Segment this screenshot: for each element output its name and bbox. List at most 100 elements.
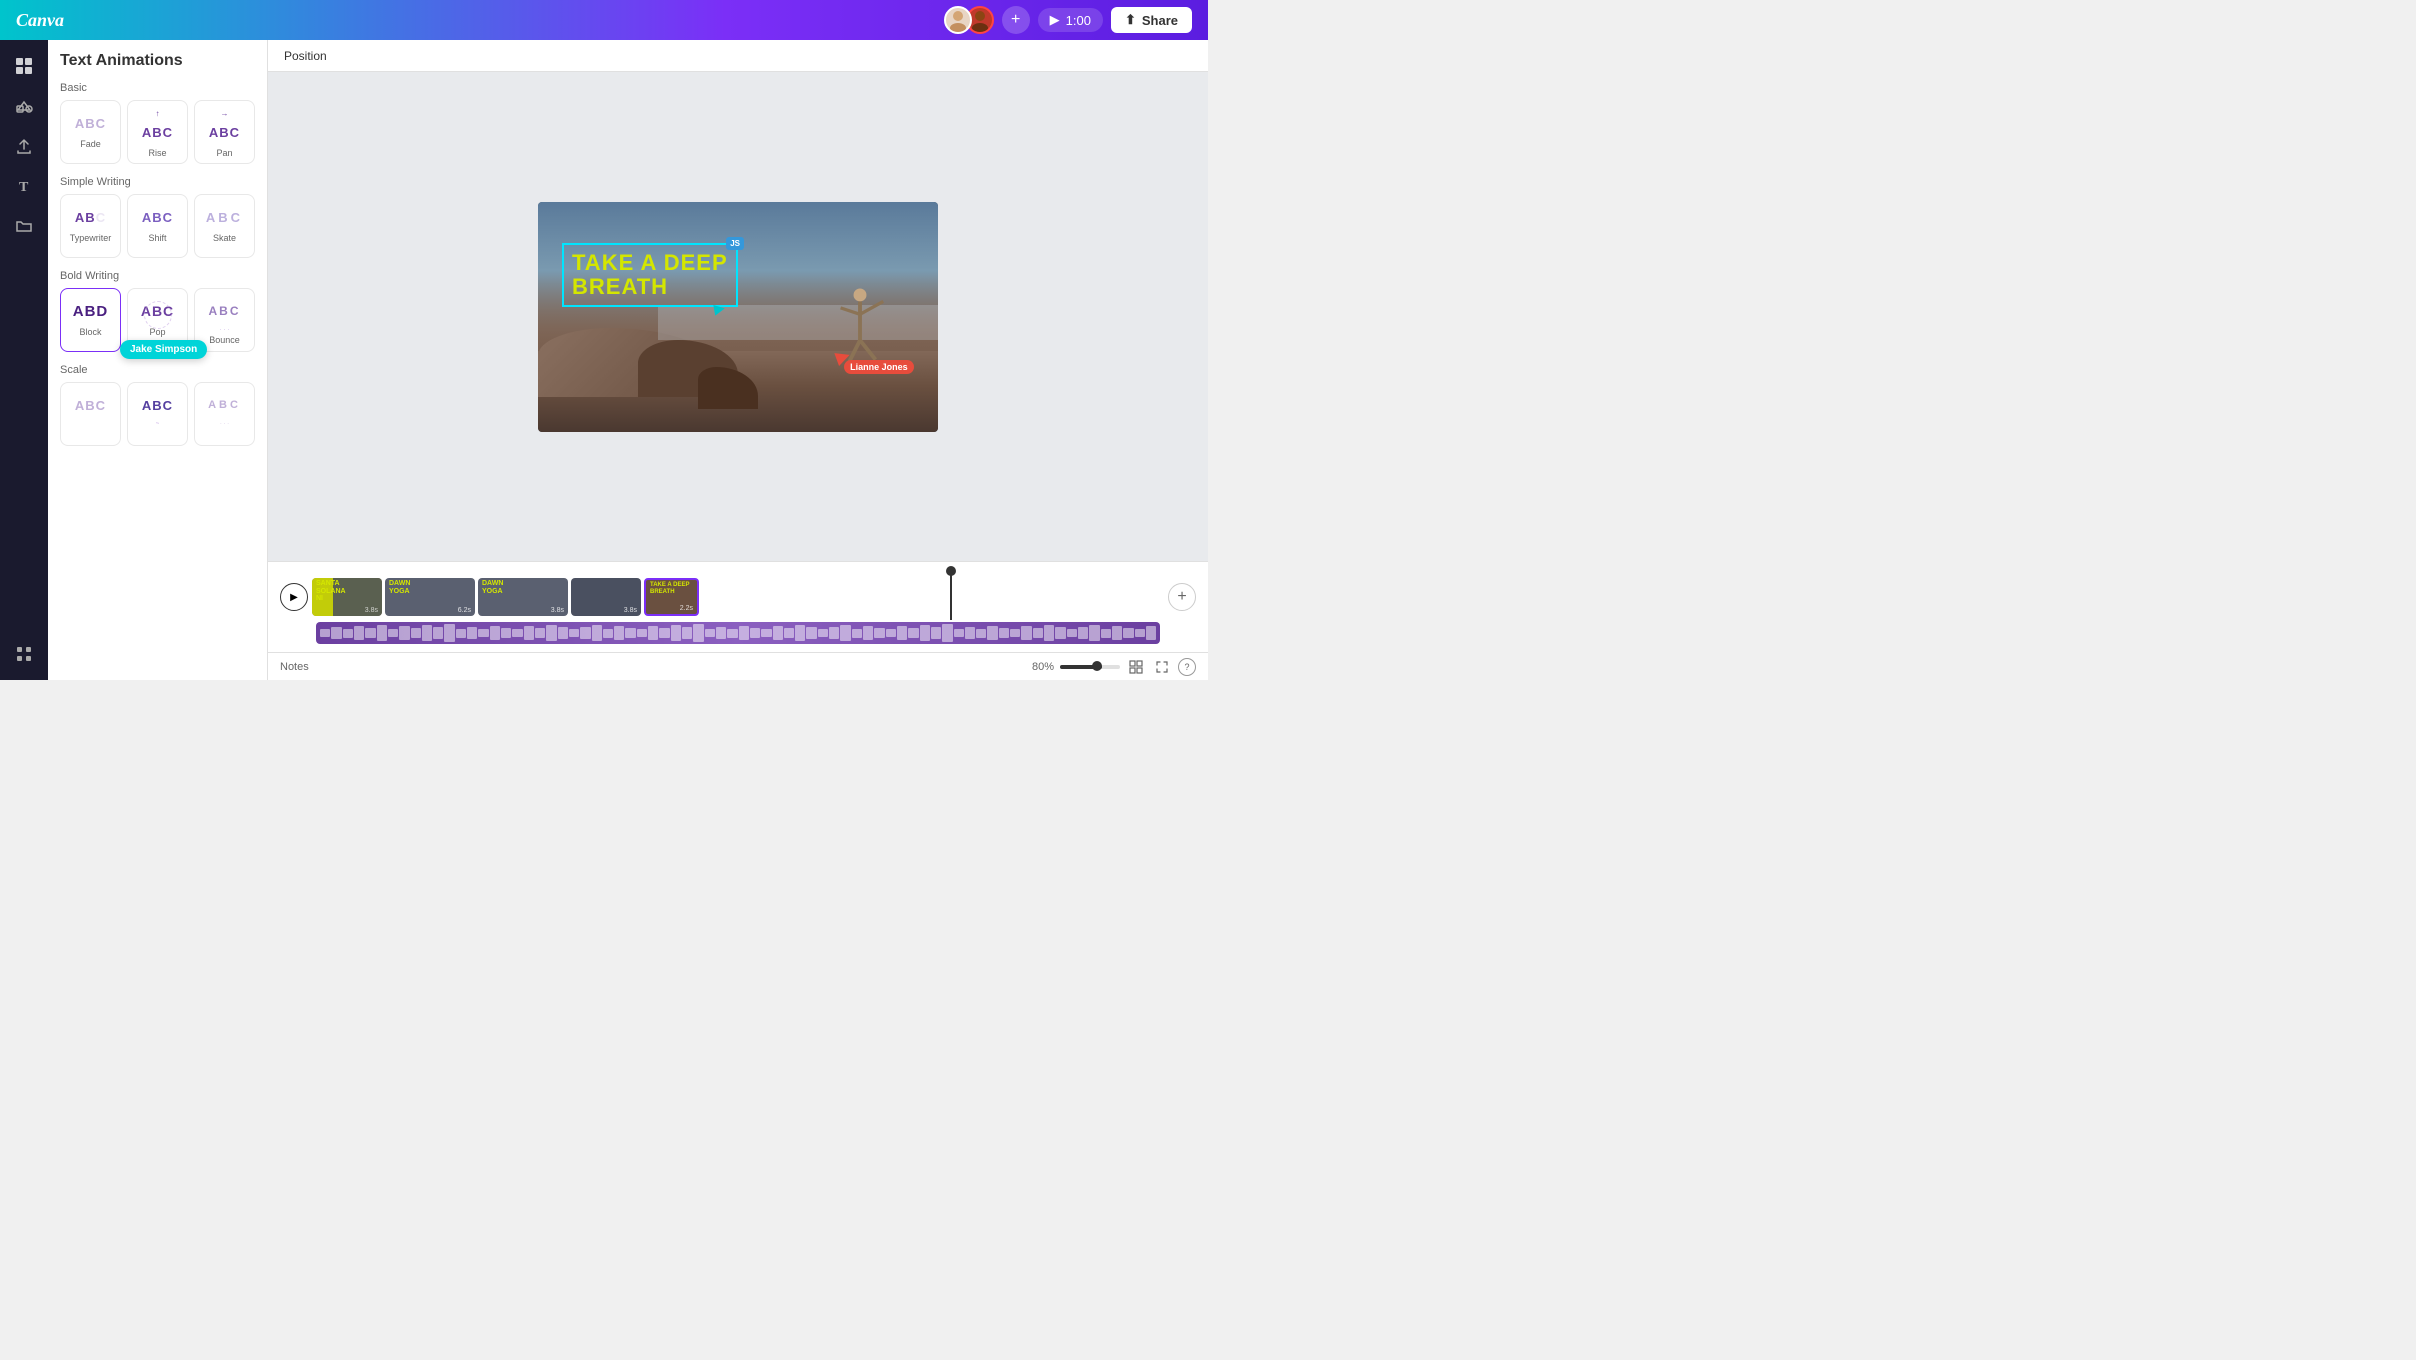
anim-block[interactable]: ABD Block [60,288,121,352]
text-selection-box[interactable]: JS TAKE A DEEP BREATH [562,243,738,307]
anim-fade-preview: ABC [75,109,106,137]
playhead-dot [946,566,956,576]
anim-rise-preview: ABC [142,118,173,146]
cursor-arrow-jake: ▶ [713,300,727,319]
anim-shift-label: Shift [148,233,166,243]
sidebar-item-elements[interactable] [6,88,42,124]
clip-1[interactable]: SANTASOLANANI 3.8s [312,578,382,616]
anim-rise-label: Rise [148,148,166,158]
zoom-controls: 80% ? [1032,657,1196,677]
anim-block-label: Block [79,327,101,337]
audio-waveform [316,622,1160,644]
add-collaborator-button[interactable]: + [1002,6,1030,34]
anim-scale3[interactable]: ABC · · · [194,382,255,446]
anim-skate-label: Skate [213,233,236,243]
audio-track[interactable] [316,622,1160,644]
anim-shift[interactable]: ABC Shift [127,194,188,258]
play-time-display[interactable]: ▶ 1:00 [1038,8,1103,32]
share-label: Share [1142,13,1178,28]
anim-scale2-preview: ABC [142,391,173,419]
notes-label[interactable]: Notes [280,661,309,673]
playhead-area [316,570,1196,576]
zoom-slider[interactable] [1060,665,1120,669]
anim-rise[interactable]: ↑ ABC Rise [127,100,188,164]
section-bold-writing-label: Bold Writing [60,270,255,282]
expand-view-button[interactable] [1152,657,1172,677]
add-clip-button[interactable]: + [1168,583,1196,611]
header: Canva + ▶ 1:00 ⬆ Share [0,0,1208,40]
bottom-bar: Notes 80% ? [268,652,1208,680]
panel-title: Text Animations [60,52,255,70]
basic-animations-grid: ABC Fade ↑ ABC Rise → ABC Pan [60,100,255,164]
time-display: 1:00 [1066,13,1091,28]
anim-block-preview: ABD [73,297,109,325]
cursor-jake: ▶ [714,300,725,317]
clip-3-time: 3.8s [551,607,564,614]
cursor-label-lianne: Lianne Jones [844,360,914,374]
sidebar-icons: T [0,40,48,680]
clip-4[interactable]: 3.8s [571,578,641,616]
svg-text:T: T [19,180,29,195]
share-button[interactable]: ⬆ Share [1111,7,1192,33]
sidebar-item-layout[interactable] [6,48,42,84]
anim-skate[interactable]: ABC Skate [194,194,255,258]
header-right: + ▶ 1:00 ⬆ Share [944,6,1192,34]
section-simple-writing-label: Simple Writing [60,176,255,188]
anim-bounce-preview: ABC [209,297,241,325]
share-icon: ⬆ [1125,12,1136,28]
canvas-frame: JS TAKE A DEEP BREATH ▶ Lianne Jones ▶ [538,202,938,432]
clip-2[interactable]: DAWNYOGA 6.2s [385,578,475,616]
sidebar-item-folder[interactable] [6,208,42,244]
zoom-level: 80% [1032,661,1054,673]
anim-scale1-preview: ABC [75,391,106,419]
anim-scale2[interactable]: ABC ~ [127,382,188,446]
anim-fade[interactable]: ABC Fade [60,100,121,164]
clip-5[interactable]: TAKE A DEEPBREATH 2.2s [644,578,699,616]
simple-writing-grid: ABC Typewriter ABC Shift ABC Skate [60,194,255,258]
avatar-user1[interactable] [944,6,972,34]
section-scale-label: Scale [60,364,255,376]
cursor-lianne: ▶ Lianne Jones [836,346,850,367]
js-badge: JS [726,237,744,250]
anim-typewriter-preview: ABC [75,203,106,231]
anim-typewriter-label: Typewriter [70,233,112,243]
clip-3-label: DAWNYOGA [482,580,503,595]
main-layout: T Text Animations Basic ABC Fade ↑ ABC R… [0,40,1208,680]
clip-1-label: SANTASOLANANI [316,580,346,603]
anim-scale3-preview: ABC [208,391,241,419]
anim-pan[interactable]: → ABC Pan [194,100,255,164]
clip-4-time: 3.8s [624,607,637,614]
position-tab[interactable]: Position [284,49,327,63]
sidebar-item-apps[interactable] [6,636,42,672]
sidebar-item-upload[interactable] [6,128,42,164]
collaborator-avatars [944,6,994,34]
header-left: Canva [16,10,64,31]
anim-shift-preview: ABC [142,203,173,231]
animation-panel: Text Animations Basic ABC Fade ↑ ABC Ris… [48,40,268,680]
clip-5-time: 2.2s [680,605,693,612]
canvas-topbar: Position [268,40,1208,72]
section-basic-label: Basic [60,82,255,94]
timeline-clips: ▶ SANTASOLANANI 3.8s DAWNYOGA 6.2s [280,578,1196,616]
canvas-area: Position [268,40,1208,680]
anim-typewriter[interactable]: ABC Typewriter [60,194,121,258]
anim-scale1[interactable]: ABC [60,382,121,446]
anim-fade-label: Fade [80,139,101,149]
play-icon: ▶ [1050,12,1060,28]
fit-view-button[interactable] [1126,657,1146,677]
anim-bounce-label: Bounce [209,335,240,345]
canvas-text-content: TAKE A DEEP BREATH [572,251,728,299]
clip-1-time: 3.8s [365,607,378,614]
canvas-viewport: JS TAKE A DEEP BREATH ▶ Lianne Jones ▶ [268,72,1208,561]
clip-2-label: DAWNYOGA [389,580,410,595]
scale-grid: ABC ABC ~ ABC · · · [60,382,255,446]
clip-3[interactable]: DAWNYOGA 3.8s [478,578,568,616]
canva-logo: Canva [16,10,64,31]
clip-5-label: TAKE A DEEPBREATH [650,582,689,595]
jake-tooltip-label: Jake Simpson [120,340,207,359]
anim-pan-label: Pan [216,148,232,158]
help-button[interactable]: ? [1178,658,1196,676]
sidebar-item-text[interactable]: T [6,168,42,204]
clips-row: SANTASOLANANI 3.8s DAWNYOGA 6.2s DAWNYOG… [312,578,1164,616]
play-button[interactable]: ▶ [280,583,308,611]
